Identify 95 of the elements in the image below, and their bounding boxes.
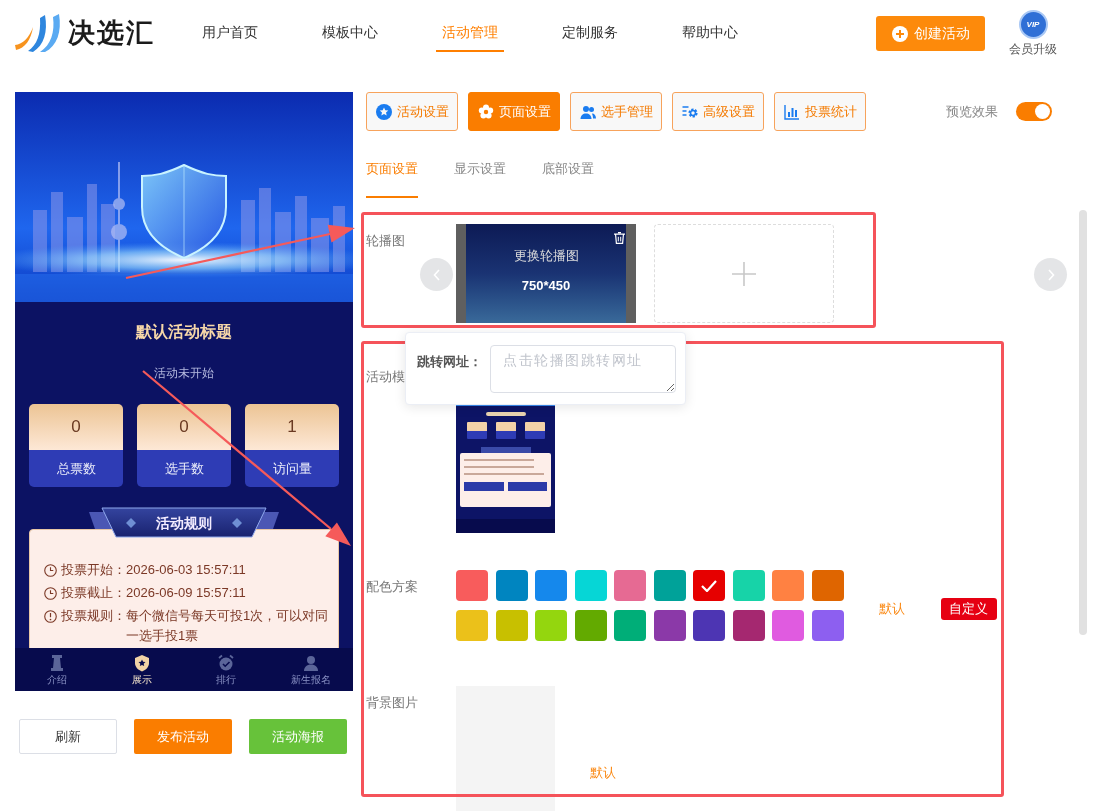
color-swatch-icon[interactable] <box>772 610 804 641</box>
sub-tab[interactable]: 底部设置 <box>542 155 594 198</box>
color-swatch-icon[interactable] <box>495 610 528 641</box>
vip-badge[interactable]: VIP <box>1018 10 1048 39</box>
sub-tab[interactable]: 页面设置 <box>366 155 418 198</box>
rule-value: 每个微信号每天可投1次，可以对同一选手投1票 <box>126 607 330 645</box>
settings-tab[interactable]: 选手管理 <box>570 92 662 131</box>
logo-text: 决选汇 <box>68 17 155 50</box>
color-swatch-icon[interactable] <box>811 570 844 601</box>
field-label: 活动模 <box>366 368 405 386</box>
activity-title: 默认活动标题 <box>136 322 232 342</box>
phone-tab[interactable]: 新生报名 <box>268 648 353 691</box>
color-swatch-icon[interactable] <box>535 570 567 601</box>
slide-caption: 更换轮播图 <box>513 247 579 265</box>
color-swatch-icon[interactable] <box>693 570 725 601</box>
background-image-placeholder[interactable] <box>456 686 555 811</box>
rule-value: 2026-06-03 15:57:11 <box>126 561 246 579</box>
chevron-left-icon <box>432 268 441 281</box>
poster-button[interactable]: 活动海报 <box>249 719 347 754</box>
chevron-right-icon <box>1046 268 1055 281</box>
default-link[interactable]: 默认 <box>590 764 616 782</box>
publish-button[interactable]: 发布活动 <box>134 719 232 754</box>
user-icon <box>301 653 320 672</box>
scrollbar-thumb[interactable] <box>1079 210 1087 635</box>
popover-label: 跳转网址： <box>417 353 482 371</box>
nav-link[interactable]: 活动管理 <box>436 15 504 52</box>
stat-label: 访问量 <box>245 450 339 487</box>
settings-tab[interactable]: 高级设置 <box>672 92 764 131</box>
shield-star-icon <box>132 653 151 672</box>
clock-icon <box>44 586 57 600</box>
stat-value: 1 <box>245 404 339 450</box>
settings-tab[interactable]: 页面设置 <box>468 92 560 131</box>
color-swatch-icon[interactable] <box>456 610 488 641</box>
next-slide-button[interactable] <box>1034 258 1067 291</box>
color-swatch-icon[interactable] <box>614 570 646 601</box>
stat-label: 选手数 <box>137 450 231 487</box>
color-swatch-icon[interactable] <box>693 610 725 641</box>
checkmark-icon <box>701 579 717 592</box>
color-swatch-icon[interactable] <box>574 610 607 641</box>
custom-color-button[interactable]: 自定义 <box>940 598 997 620</box>
preview-toggle[interactable] <box>1016 102 1052 121</box>
settings-tab[interactable]: 投票统计 <box>774 92 866 131</box>
field-label: 背景图片 <box>366 694 418 712</box>
stat-value: 0 <box>29 404 123 450</box>
plus-circle-icon <box>891 25 908 42</box>
previous-slide-button[interactable] <box>420 258 453 291</box>
alarm-clock-icon <box>217 653 236 672</box>
rule-label: 投票开始： <box>61 561 126 579</box>
preview-label: 预览效果 <box>946 102 998 121</box>
info-icon <box>44 609 57 623</box>
phone-tab[interactable]: 排行 <box>184 648 269 691</box>
rule-label: 投票规则： <box>61 607 126 625</box>
phone-tab[interactable]: 展示 <box>99 648 184 691</box>
sub-tab[interactable]: 显示设置 <box>454 155 506 198</box>
field-label: 配色方案 <box>366 578 418 596</box>
vip-upgrade-link[interactable]: 会员升级 <box>1009 41 1057 57</box>
rules-heading: 活动规则 <box>156 514 212 533</box>
slide-size: 750*450 <box>521 277 571 295</box>
gear-icon <box>681 103 698 120</box>
plus-icon <box>732 261 756 286</box>
status-text: 活动未开始 <box>154 365 214 382</box>
create-activity-button[interactable]: 创建活动 <box>876 16 985 51</box>
color-swatch-icon[interactable] <box>732 610 765 641</box>
rule-value: 2026-06-09 15:57:11 <box>126 584 246 602</box>
color-swatch-icon[interactable] <box>535 610 567 641</box>
color-swatch-icon[interactable] <box>574 570 607 601</box>
url-textarea[interactable]: 点击轮播图跳转网址 <box>490 345 676 393</box>
logo-icon <box>15 14 62 52</box>
refresh-button[interactable]: 刷新 <box>19 719 117 754</box>
nav-link[interactable]: 定制服务 <box>556 15 624 52</box>
trash-icon[interactable] <box>614 232 625 244</box>
field-label: 轮播图 <box>366 232 405 250</box>
stat-value: 0 <box>137 404 231 450</box>
color-swatch-icon[interactable] <box>653 570 686 601</box>
bar-chart-icon <box>783 103 800 120</box>
clock-icon <box>44 563 57 577</box>
color-swatch-icon[interactable] <box>772 570 804 601</box>
color-swatch-icon[interactable] <box>456 570 488 601</box>
carousel-slide[interactable]: 更换轮播图 750*450 <box>456 224 636 323</box>
add-slide-button[interactable] <box>654 224 834 323</box>
color-swatch-icon[interactable] <box>732 570 765 601</box>
stat-label: 总票数 <box>29 450 123 487</box>
users-icon <box>579 103 596 120</box>
color-swatch-icon[interactable] <box>811 610 844 641</box>
settings-tab[interactable]: 活动设置 <box>366 92 458 131</box>
rule-label: 投票截止： <box>61 584 126 602</box>
default-link[interactable]: 默认 <box>878 600 905 618</box>
nav-link[interactable]: 模板中心 <box>316 15 384 52</box>
nav-link[interactable]: 用户首页 <box>196 15 264 52</box>
color-swatch-icon[interactable] <box>495 570 528 601</box>
nav-link[interactable]: 帮助中心 <box>676 15 744 52</box>
color-swatch-icon[interactable] <box>614 610 646 641</box>
color-swatch-icon[interactable] <box>653 610 686 641</box>
flower-icon <box>477 103 494 120</box>
phone-tab[interactable]: 介绍 <box>15 648 100 691</box>
